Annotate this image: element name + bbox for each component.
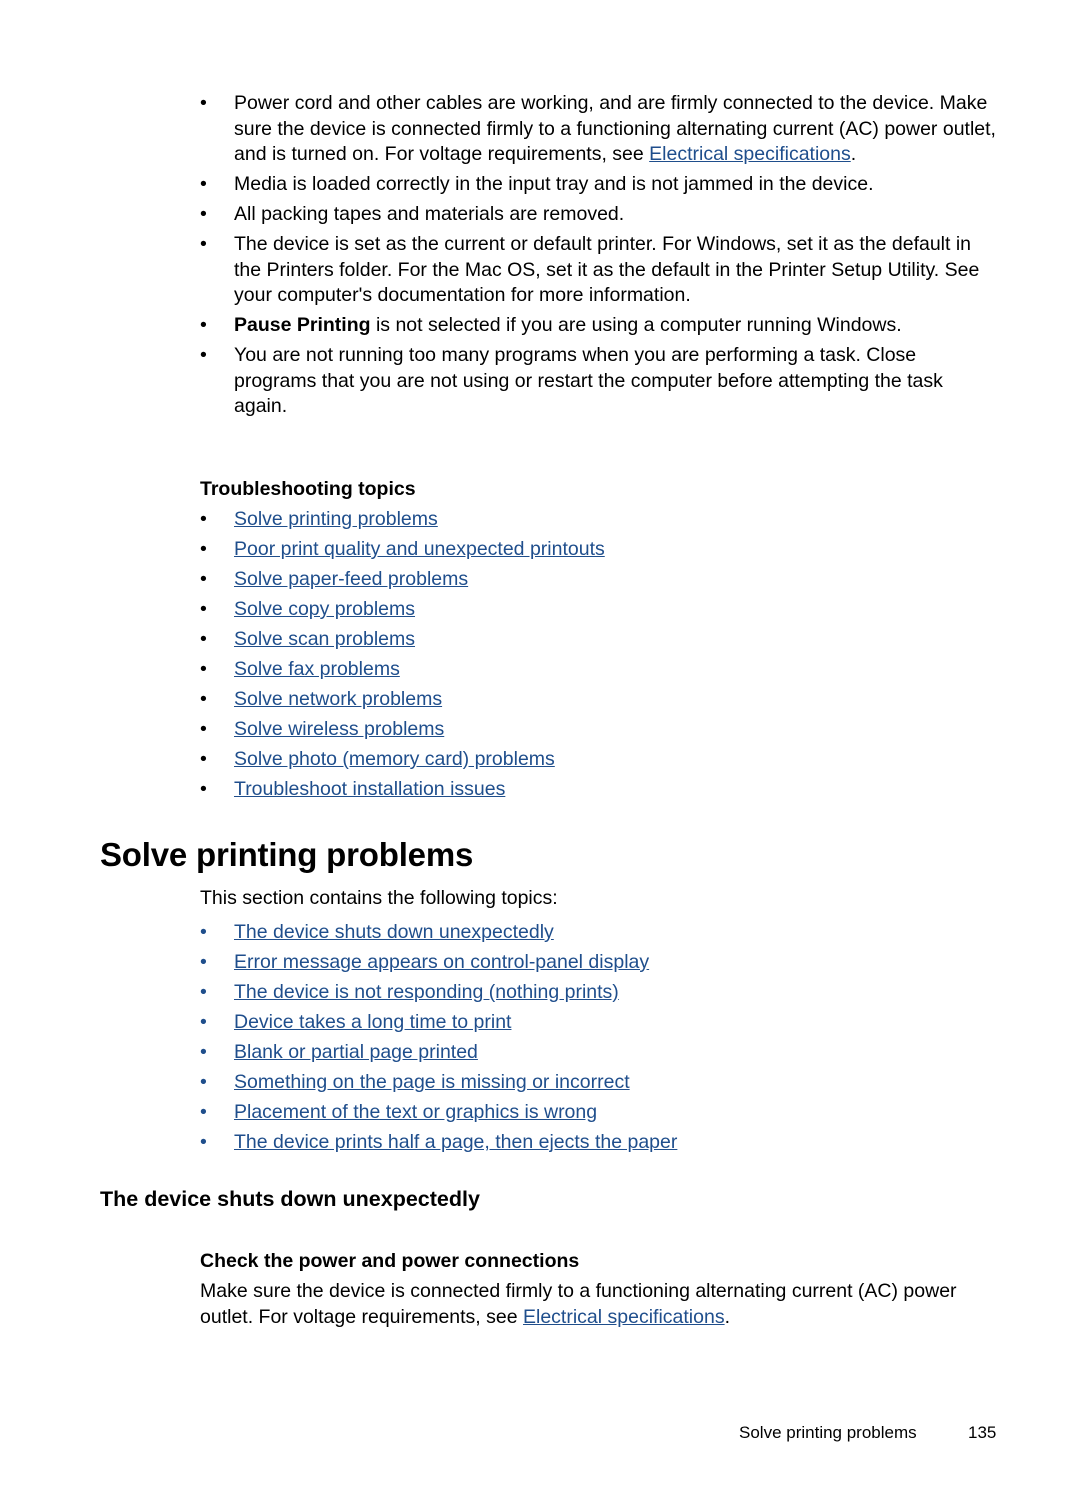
list-item: • Blank or partial page printed: [200, 1040, 1000, 1066]
list-item: • Placement of the text or graphics is wr…: [200, 1100, 1000, 1126]
list-item: • All packing tapes and materials are re…: [200, 202, 1000, 228]
bullet-icon: •: [200, 1041, 207, 1063]
topic-link[interactable]: Solve photo (memory card) problems: [234, 748, 555, 770]
bullet-icon: •: [200, 1011, 207, 1033]
section-topic-links: • The device shuts down unexpectedly • Err…: [200, 920, 1000, 1160]
topic-link[interactable]: Solve wireless problems: [234, 718, 444, 740]
topic-link[interactable]: Solve copy problems: [234, 598, 415, 620]
bullet-icon: •: [200, 92, 207, 114]
power-check-heading: Check the power and power connections: [200, 1250, 580, 1272]
list-item: • Media is loaded correctly in the input…: [200, 172, 1000, 198]
topic-link[interactable]: Device takes a long time to print: [234, 1011, 511, 1033]
pause-printing-label: Pause Printing: [234, 314, 371, 336]
topic-link[interactable]: Solve fax problems: [234, 658, 400, 680]
bullet-icon: •: [200, 778, 207, 800]
section-title: Solve printing problems: [100, 836, 474, 873]
topic-link[interactable]: Solve paper-feed problems: [234, 568, 468, 590]
electrical-specifications-link[interactable]: Electrical specifications: [649, 143, 851, 165]
topic-link[interactable]: Solve scan problems: [234, 628, 415, 650]
list-item: • Solve network problems: [200, 687, 1000, 713]
list-item: • Solve paper-feed problems: [200, 567, 1000, 593]
list-item: • Error message appears on control-panel …: [200, 950, 1000, 976]
footer-section-name: Solve printing problems: [739, 1423, 917, 1442]
bullet-icon: •: [200, 508, 207, 530]
list-item: • Power cord and other cables are workin…: [200, 92, 996, 165]
bullet-icon: •: [200, 344, 207, 366]
bullet-icon: •: [200, 598, 207, 620]
topic-link[interactable]: The device prints half a page, then ejec…: [234, 1131, 677, 1153]
list-item: • Troubleshoot installation issues: [200, 777, 1000, 803]
bullet-icon: •: [200, 1131, 207, 1153]
page-number: 135: [968, 1423, 997, 1442]
bullet-icon: •: [200, 1101, 207, 1123]
electrical-specifications-link[interactable]: Electrical specifications: [523, 1306, 725, 1328]
list-item: • Solve photo (memory card) problems: [200, 747, 1000, 773]
list-item: • You are not running too many programs …: [200, 344, 943, 417]
subsection-title: The device shuts down unexpectedly: [100, 1187, 480, 1211]
list-item: • Pause Printing is not selected if you …: [200, 313, 1000, 339]
bullet-icon: •: [200, 1071, 207, 1093]
bullet-icon: •: [200, 688, 207, 710]
list-item: • Solve wireless problems: [200, 717, 1000, 743]
troubleshooting-heading: Troubleshooting topics: [200, 478, 416, 500]
list-item: • Device takes a long time to print: [200, 1010, 1000, 1036]
topic-link[interactable]: Poor print quality and unexpected printo…: [234, 538, 605, 560]
bullet-icon: •: [200, 233, 207, 255]
bullet-icon: •: [200, 538, 207, 560]
bullet-icon: •: [200, 173, 207, 195]
topic-link[interactable]: Something on the page is missing or inco…: [234, 1071, 630, 1093]
troubleshooting-links: • Solve printing problems • Poor print qua…: [200, 507, 1000, 807]
list-item: • The device prints half a page, then eje…: [200, 1130, 1000, 1156]
bullet-icon: •: [200, 718, 207, 740]
power-check-paragraph: Make sure the device is connected firmly…: [200, 1280, 957, 1328]
list-item: • Solve fax problems: [200, 657, 1000, 683]
list-item: • The device shuts down unexpectedly: [200, 920, 1000, 946]
list-item: • Poor print quality and unexpected print…: [200, 537, 1000, 563]
bullet-icon: •: [200, 921, 207, 943]
topic-link[interactable]: Solve printing problems: [234, 508, 438, 530]
topic-link[interactable]: The device is not responding (nothing pr…: [234, 981, 619, 1003]
bullet-icon: •: [200, 981, 207, 1003]
bullet-icon: •: [200, 658, 207, 680]
list-item: • Solve scan problems: [200, 627, 1000, 653]
list-item: • The device is set as the current or de…: [200, 233, 980, 306]
list-item: • Solve copy problems: [200, 597, 1000, 623]
bullet-icon: •: [200, 628, 207, 650]
topic-link[interactable]: Placement of the text or graphics is wro…: [234, 1101, 597, 1123]
bullet-icon: •: [200, 568, 207, 590]
topic-link[interactable]: Blank or partial page printed: [234, 1041, 478, 1063]
list-item: • Something on the page is missing or inc…: [200, 1070, 1000, 1096]
bullet-icon: •: [200, 203, 207, 225]
section-intro: This section contains the following topi…: [200, 887, 558, 909]
topic-link[interactable]: Troubleshoot installation issues: [234, 778, 505, 800]
requirements-list: • Power cord and other cables are workin…: [200, 91, 1000, 424]
bullet-icon: •: [200, 748, 207, 770]
topic-link[interactable]: Error message appears on control-panel d…: [234, 951, 649, 973]
bullet-icon: •: [200, 951, 207, 973]
list-item: • Solve printing problems: [200, 507, 1000, 533]
topic-link[interactable]: The device shuts down unexpectedly: [234, 921, 554, 943]
bullet-icon: •: [200, 314, 207, 336]
topic-link[interactable]: Solve network problems: [234, 688, 442, 710]
list-item: • The device is not responding (nothing p…: [200, 980, 1000, 1006]
